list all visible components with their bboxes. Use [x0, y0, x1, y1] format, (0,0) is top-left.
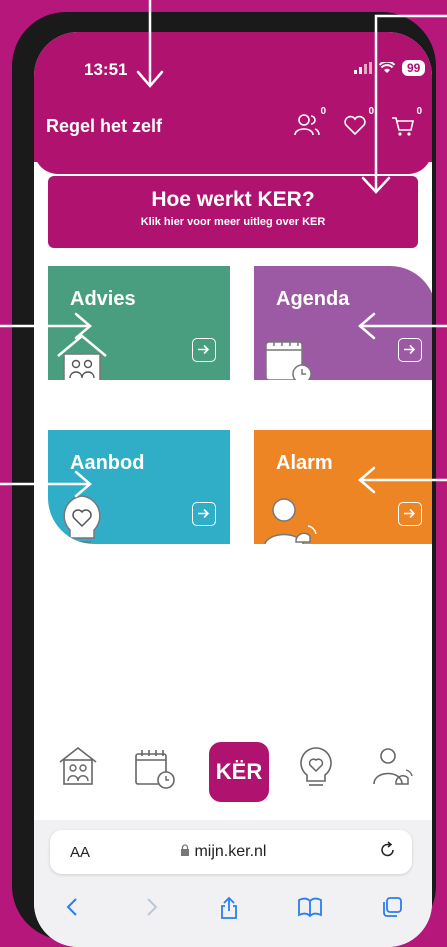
- calendar-clock-icon: [135, 750, 175, 789]
- how-it-works-button[interactable]: Hoe werkt KER? Klik hier voor meer uitle…: [48, 176, 418, 248]
- house-people-icon: [57, 334, 107, 380]
- text-size-button[interactable]: AA: [70, 844, 90, 861]
- lock-icon: [181, 844, 189, 856]
- reload-icon: [381, 841, 394, 857]
- browser-toolbar: [34, 896, 432, 920]
- how-it-works-subtitle: Klik hier voor meer uitleg over KER: [140, 216, 326, 228]
- tile-aanbod-label: Aanbod: [70, 452, 145, 474]
- status-icons: 99: [354, 60, 426, 76]
- profile-icon: [294, 114, 320, 136]
- arrow-right-icon: [404, 344, 416, 355]
- tile-aanbod-arrow: [192, 502, 216, 526]
- lightbulb-heart-icon: [63, 495, 101, 543]
- person-alarm-icon: [373, 748, 413, 785]
- address-bar[interactable]: AA mijn.ker.nl: [50, 830, 412, 874]
- share-icon[interactable]: [219, 896, 239, 920]
- wifi-icon: [379, 62, 395, 73]
- nav-advies[interactable]: [56, 744, 100, 793]
- tile-alarm[interactable]: Alarm: [254, 430, 432, 544]
- cart-count: 0: [416, 106, 422, 117]
- tile-advies-arrow: [192, 338, 216, 362]
- page-title: Regel het zelf: [46, 116, 163, 136]
- app-screen: 13:51 99 Regel het zelf 0 0 0 Hoe werkt …: [34, 32, 432, 947]
- lightbulb-heart-icon: [300, 747, 332, 786]
- signal-icon: [354, 62, 372, 74]
- profile-button[interactable]: 0: [292, 106, 326, 140]
- nav-agenda[interactable]: [132, 744, 178, 795]
- tile-agenda[interactable]: Agenda: [254, 266, 432, 380]
- person-alarm-icon: [264, 498, 317, 544]
- app-header-bottom: [34, 150, 432, 174]
- nav-aanbod[interactable]: [296, 744, 336, 795]
- nav-alarm[interactable]: [370, 744, 414, 795]
- arrow-right-icon: [404, 508, 416, 519]
- tile-advies[interactable]: Advies: [48, 266, 230, 380]
- bookmarks-icon[interactable]: [297, 896, 323, 918]
- cart-icon: [392, 117, 414, 136]
- url-domain: mijn.ker.nl: [180, 843, 266, 861]
- tile-aanbod[interactable]: Aanbod: [48, 430, 230, 544]
- reload-button[interactable]: [380, 840, 396, 863]
- browser-chrome: AA mijn.ker.nl: [34, 820, 432, 947]
- phone-frame: 13:51 99 Regel het zelf 0 0 0 Hoe werkt …: [12, 12, 436, 947]
- nav-home-ker[interactable]: KËR: [209, 742, 269, 802]
- tabs-icon[interactable]: [381, 896, 403, 918]
- bottom-navigation: KËR: [34, 742, 432, 814]
- tile-alarm-arrow: [398, 502, 422, 526]
- app-header: [34, 32, 432, 162]
- favorites-button[interactable]: 0: [340, 106, 374, 140]
- how-it-works-title: Hoe werkt KER?: [151, 188, 315, 211]
- status-time: 13:51: [84, 60, 128, 79]
- tile-alarm-label: Alarm: [276, 452, 333, 474]
- tile-agenda-arrow: [398, 338, 422, 362]
- heart-icon: [344, 115, 366, 136]
- arrow-right-icon: [198, 344, 210, 355]
- favorites-count: 0: [368, 106, 374, 117]
- tile-advies-label: Advies: [70, 288, 136, 310]
- header-actions: 0 0 0: [292, 106, 422, 140]
- house-people-icon: [59, 746, 97, 785]
- calendar-clock-icon: [265, 338, 312, 380]
- arrow-right-icon: [198, 508, 210, 519]
- back-icon[interactable]: [63, 896, 83, 918]
- cart-button[interactable]: 0: [388, 106, 422, 140]
- url-domain-text: mijn.ker.nl: [194, 843, 267, 860]
- battery-level: 99: [402, 60, 426, 76]
- tile-agenda-label: Agenda: [276, 288, 350, 310]
- profile-count: 0: [320, 106, 326, 117]
- forward-icon[interactable]: [141, 896, 161, 918]
